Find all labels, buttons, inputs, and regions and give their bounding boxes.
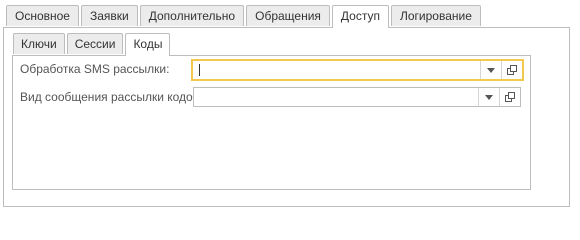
chevron-down-icon: [487, 67, 495, 73]
tab-osnovnoe[interactable]: Основное: [6, 5, 79, 26]
tab-dostup[interactable]: Доступ: [331, 5, 389, 28]
text-cursor: [199, 64, 200, 76]
sms-processing-label: Обработка SMS рассылки:: [20, 62, 170, 76]
tab-logirovanie[interactable]: Логирование: [390, 5, 481, 26]
open-window-icon: [504, 91, 515, 102]
access-sub-tab-bar: Ключи Сессии Коды: [13, 33, 172, 56]
sms-processing-open-button[interactable]: [501, 61, 522, 79]
open-window-icon: [506, 64, 517, 75]
sms-processing-row: Обработка SMS рассылки:: [20, 59, 169, 79]
code-message-type-row: Вид сообщения рассылки кодов:: [20, 87, 202, 107]
tab-kody[interactable]: Коды: [125, 33, 171, 56]
sms-processing-dropdown-button[interactable]: [480, 61, 501, 79]
code-message-type-dropdown-button[interactable]: [478, 88, 499, 106]
code-message-type-input[interactable]: [194, 88, 478, 106]
tab-obrashcheniya[interactable]: Обращения: [246, 5, 330, 26]
main-tab-bar: Основное Заявки Дополнительно Обращения …: [6, 5, 483, 28]
code-message-type-open-button[interactable]: [499, 88, 520, 106]
tab-dopolnitelno[interactable]: Дополнительно: [139, 5, 245, 26]
tab-sessii[interactable]: Сессии: [66, 33, 124, 54]
chevron-down-icon: [485, 94, 493, 100]
sms-processing-input[interactable]: [193, 61, 480, 79]
sms-processing-field[interactable]: [191, 59, 524, 81]
tab-klyuchi[interactable]: Ключи: [13, 33, 65, 54]
tab-zayavki[interactable]: Заявки: [80, 5, 138, 26]
code-message-type-label: Вид сообщения рассылки кодов:: [20, 90, 203, 104]
code-message-type-field[interactable]: [193, 87, 521, 107]
